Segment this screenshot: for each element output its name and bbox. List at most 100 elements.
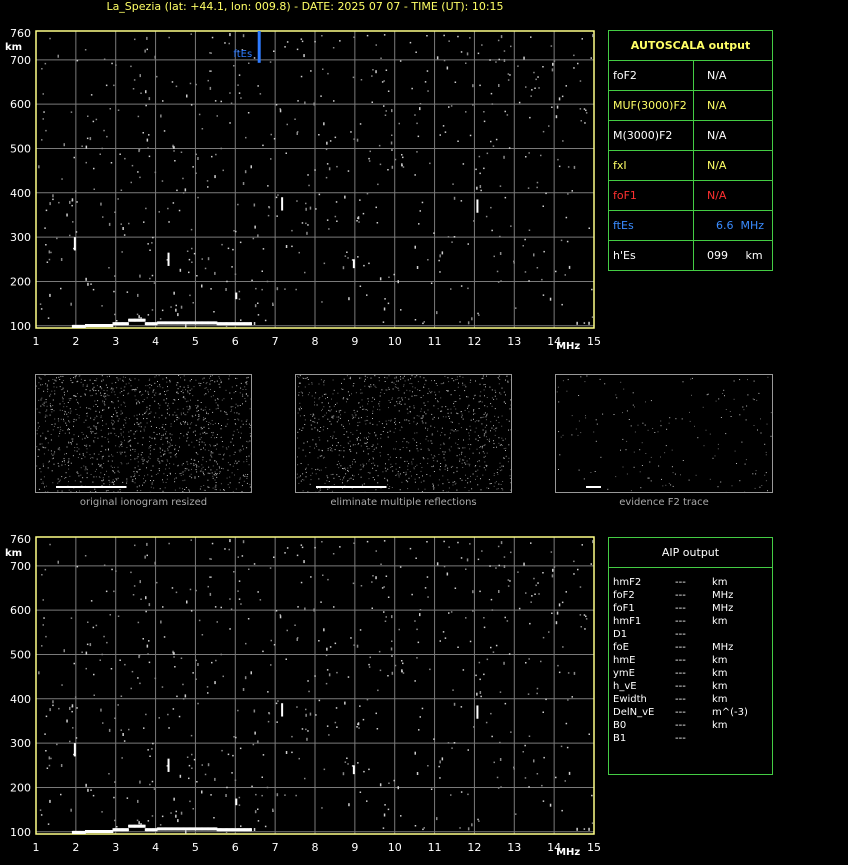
x-tick-label: 6 [232, 335, 239, 348]
thumb-trace [56, 486, 127, 488]
y-tick-label: 200 [10, 781, 31, 794]
x-tick-label: 9 [351, 841, 358, 854]
aip-name: B0 [613, 719, 626, 732]
thumb-original-caption: original ionogram resized [35, 497, 252, 508]
thumb-dots [36, 375, 251, 492]
aip-unit: MHz [712, 602, 733, 615]
y-tick-label: 760 [10, 533, 31, 546]
aip-unit: km [712, 654, 728, 667]
autoscala-value: 6.6 MHz [716, 211, 764, 241]
aip-row: Ewidth---km [613, 693, 763, 706]
autoscala-divider [693, 211, 694, 240]
aip-unit: km [712, 719, 728, 732]
autoscala-label: ftEs [613, 211, 634, 241]
aip-value: --- [675, 615, 686, 628]
y-tick-label: 700 [10, 54, 31, 67]
autoscala-label: foF2 [613, 61, 637, 91]
y-tick-label: 200 [10, 275, 31, 288]
thumb-dots [297, 375, 511, 492]
aip-row: B1--- [613, 732, 763, 745]
y-unit-label: km [5, 42, 22, 53]
autoscala-value: N/A [707, 61, 726, 91]
autoscala-divider [693, 181, 694, 210]
x-tick-label: 5 [192, 335, 199, 348]
y-tick-label: 400 [10, 693, 31, 706]
thumb-eliminate [295, 374, 512, 493]
aip-unit: m^(-3) [712, 706, 748, 719]
thumb-trace [586, 486, 601, 488]
ionogram-aip: 760700600500400300200100km12345678910111… [0, 526, 606, 861]
x-tick-label: 9 [351, 335, 358, 348]
thumb-original [35, 374, 252, 493]
x-tick-label: 12 [467, 335, 481, 348]
x-tick-label: 3 [112, 335, 119, 348]
x-tick-label: 2 [72, 335, 79, 348]
thumb-evidence [555, 374, 773, 493]
autoscala-label: h'Es [613, 241, 636, 271]
autoscala-row: h'Es099 km [609, 241, 772, 271]
aip-value: --- [675, 602, 686, 615]
x-tick-label: 3 [112, 841, 119, 854]
autoscala-divider [693, 241, 694, 271]
aip-panel: AIP output hmF2---kmfoF2---MHzfoF1---MHz… [608, 537, 773, 775]
aip-name: hmF1 [613, 615, 641, 628]
thumb-trace [316, 486, 387, 488]
x-unit-label: MHz [556, 341, 580, 352]
y-unit-label: km [5, 548, 22, 559]
aip-value: --- [675, 693, 686, 706]
aip-value: --- [675, 719, 686, 732]
aip-value: --- [675, 589, 686, 602]
thumb-dots [557, 376, 772, 493]
x-tick-label: 10 [388, 335, 402, 348]
autoscala-label: M(3000)F2 [613, 121, 672, 151]
thumb-eliminate-plot [296, 375, 511, 492]
aip-unit: km [712, 576, 728, 589]
aip-name: D1 [613, 628, 627, 641]
y-tick-label: 600 [10, 604, 31, 617]
x-tick-label: 2 [72, 841, 79, 854]
x-tick-label: 8 [312, 335, 319, 348]
page-title: La_Spezia (lat: +44.1, lon: 009.8) - DAT… [0, 0, 610, 13]
autoscala-title: AUTOSCALA output [609, 31, 772, 61]
aip-row: foF1 --- MHz [613, 602, 763, 615]
autoscala-divider [693, 91, 694, 120]
y-tick-label: 400 [10, 187, 31, 200]
ftes-marker-label: ftEs [233, 49, 252, 60]
aip-row: foE---MHz [613, 641, 763, 654]
aip-value: --- [675, 576, 686, 589]
bright-segments [74, 197, 479, 299]
y-tick-label: 600 [10, 98, 31, 111]
aip-value: --- [675, 680, 686, 693]
x-tick-label: 5 [192, 841, 199, 854]
aip-name: ymE [613, 667, 635, 680]
aip-unit: MHz [712, 589, 733, 602]
aip-name: foF1 [613, 602, 635, 615]
y-tick-label: 500 [10, 648, 31, 661]
autoscala-divider [693, 151, 694, 180]
x-tick-label: 13 [507, 841, 521, 854]
aip-row: B0 --- km [613, 719, 763, 732]
x-tick-label: 8 [312, 841, 319, 854]
x-tick-label: 7 [272, 335, 279, 348]
aip-value: --- [675, 628, 686, 641]
ionogram-main-plot: 760700600500400300200100km12345678910111… [0, 20, 606, 358]
noise-dots [38, 539, 593, 834]
aip-row: foF2 --- MHz [613, 589, 763, 602]
y-tick-label: 300 [10, 231, 31, 244]
aip-row: hmF2---km [613, 576, 763, 589]
aip-unit: km [712, 667, 728, 680]
aip-value: --- [675, 654, 686, 667]
aip-name: foF2 [613, 589, 635, 602]
aip-unit: MHz [712, 641, 733, 654]
autoscala-value: N/A [707, 121, 726, 151]
aip-value: --- [675, 706, 686, 719]
x-tick-label: 6 [232, 841, 239, 854]
aip-unit: km [712, 693, 728, 706]
x-tick-label: 15 [587, 841, 601, 854]
x-tick-label: 13 [507, 335, 521, 348]
y-tick-label: 760 [10, 27, 31, 40]
aip-title: AIP output [609, 538, 772, 568]
thumb-evidence-caption: evidence F2 trace [555, 497, 773, 508]
x-tick-label: 7 [272, 841, 279, 854]
x-tick-label: 4 [152, 335, 159, 348]
